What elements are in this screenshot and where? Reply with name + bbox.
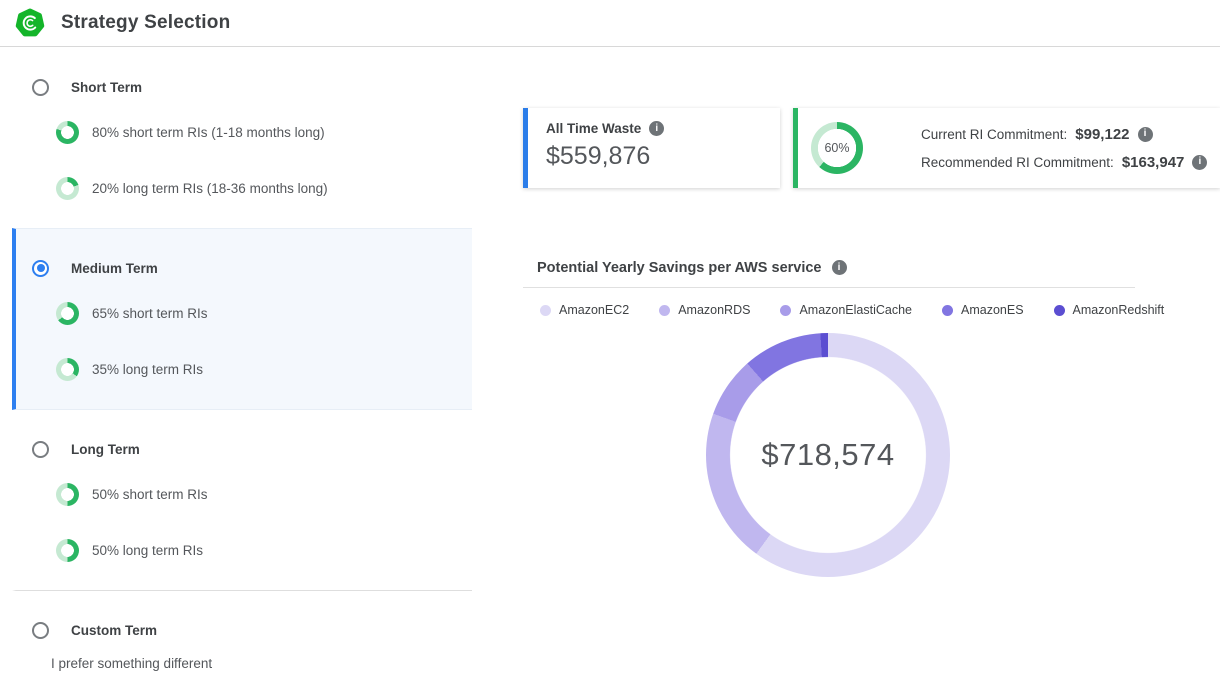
strategy-option-custom-term[interactable]: Custom Term I prefer something different xyxy=(12,591,472,691)
legend-item: AmazonElastiCache xyxy=(780,303,912,317)
donut-total-value: $718,574 xyxy=(706,333,950,577)
chart-title: Potential Yearly Savings per AWS service xyxy=(537,260,822,276)
allocation-row: 35% long term RIs xyxy=(56,358,472,381)
legend-item: AmazonRedshift xyxy=(1054,303,1165,317)
legend-dot-icon xyxy=(942,305,953,316)
allocation-label: 20% long term RIs (18-36 months long) xyxy=(92,181,328,196)
custom-term-description: I prefer something different xyxy=(51,656,472,671)
allocation-donut-icon xyxy=(56,121,79,144)
medium-term-radio-row[interactable]: Medium Term xyxy=(32,259,472,277)
option-label: Short Term xyxy=(71,80,142,95)
short-term-radio-row[interactable]: Short Term xyxy=(32,78,472,96)
legend-dot-icon xyxy=(1054,305,1065,316)
chart-legend: AmazonEC2 AmazonRDS AmazonElastiCache Amazo… xyxy=(540,303,1135,317)
legend-item: AmazonRDS xyxy=(659,303,750,317)
allocation-row: 50% long term RIs xyxy=(56,539,472,562)
legend-dot-icon xyxy=(540,305,551,316)
legend-item: AmazonES xyxy=(942,303,1024,317)
app-header: Strategy Selection xyxy=(0,0,1220,47)
allocation-label: 50% long term RIs xyxy=(92,543,203,558)
info-icon[interactable]: i xyxy=(1192,155,1207,170)
option-label: Custom Term xyxy=(71,623,157,638)
legend-label: AmazonElastiCache xyxy=(799,303,912,317)
radio-button[interactable] xyxy=(32,79,49,96)
strategy-options-panel: Short Term 80% short term RIs (1-18 mont… xyxy=(12,48,472,691)
savings-donut-chart[interactable]: $718,574 xyxy=(706,333,950,577)
radio-button[interactable] xyxy=(32,260,49,277)
current-ri-commitment-row: Current RI Commitment: $99,122 i xyxy=(921,126,1207,143)
allocation-donut-icon xyxy=(56,177,79,200)
commitment-gauge: 60% xyxy=(811,122,863,174)
gauge-percent-label: 60% xyxy=(811,122,863,174)
all-time-waste-value: $559,876 xyxy=(546,142,780,171)
page-title: Strategy Selection xyxy=(61,12,230,34)
recommended-ri-commitment-row: Recommended RI Commitment: $163,947 i xyxy=(921,154,1207,171)
allocation-donut-icon xyxy=(56,302,79,325)
all-time-waste-label: All Time Waste xyxy=(546,121,641,136)
recommended-ri-commitment-label: Recommended RI Commitment: xyxy=(921,155,1114,170)
allocation-row: 20% long term RIs (18-36 months long) xyxy=(56,177,472,200)
strategy-option-short-term[interactable]: Short Term 80% short term RIs (1-18 mont… xyxy=(12,48,472,228)
chart-title-divider xyxy=(523,287,1135,288)
allocation-donut-icon xyxy=(56,358,79,381)
radio-button[interactable] xyxy=(32,622,49,639)
legend-dot-icon xyxy=(659,305,670,316)
info-icon[interactable]: i xyxy=(1138,127,1153,142)
savings-chart-section: Potential Yearly Savings per AWS service… xyxy=(523,252,1135,577)
allocation-label: 80% short term RIs (1-18 months long) xyxy=(92,125,325,140)
legend-label: AmazonEC2 xyxy=(559,303,629,317)
allocation-row: 65% short term RIs xyxy=(56,302,472,325)
legend-label: AmazonES xyxy=(961,303,1024,317)
allocation-label: 35% long term RIs xyxy=(92,362,203,377)
all-time-waste-card: All Time Waste i $559,876 xyxy=(523,108,780,188)
allocation-label: 50% short term RIs xyxy=(92,487,208,502)
info-icon[interactable]: i xyxy=(832,260,847,275)
legend-dot-icon xyxy=(780,305,791,316)
option-label: Medium Term xyxy=(71,261,158,276)
allocation-label: 65% short term RIs xyxy=(92,306,208,321)
allocation-donut-icon xyxy=(56,539,79,562)
legend-label: AmazonRedshift xyxy=(1073,303,1165,317)
strategy-option-long-term[interactable]: Long Term 50% short term RIs 50% long te… xyxy=(12,410,472,591)
current-ri-commitment-value: $99,122 xyxy=(1075,126,1129,143)
app-logo-icon xyxy=(15,8,45,38)
strategy-option-medium-term[interactable]: Medium Term 65% short term RIs 35% long … xyxy=(12,228,472,410)
allocation-donut-icon xyxy=(56,483,79,506)
info-icon[interactable]: i xyxy=(649,121,664,136)
allocation-row: 50% short term RIs xyxy=(56,483,472,506)
legend-label: AmazonRDS xyxy=(678,303,750,317)
radio-button[interactable] xyxy=(32,441,49,458)
current-ri-commitment-label: Current RI Commitment: xyxy=(921,127,1067,142)
long-term-radio-row[interactable]: Long Term xyxy=(32,440,472,458)
recommended-ri-commitment-value: $163,947 xyxy=(1122,154,1185,171)
legend-item: AmazonEC2 xyxy=(540,303,629,317)
ri-commitment-card: 60% Current RI Commitment: $99,122 i Rec… xyxy=(793,108,1220,188)
allocation-row: 80% short term RIs (1-18 months long) xyxy=(56,121,472,144)
custom-term-radio-row[interactable]: Custom Term xyxy=(32,621,472,639)
option-label: Long Term xyxy=(71,442,140,457)
